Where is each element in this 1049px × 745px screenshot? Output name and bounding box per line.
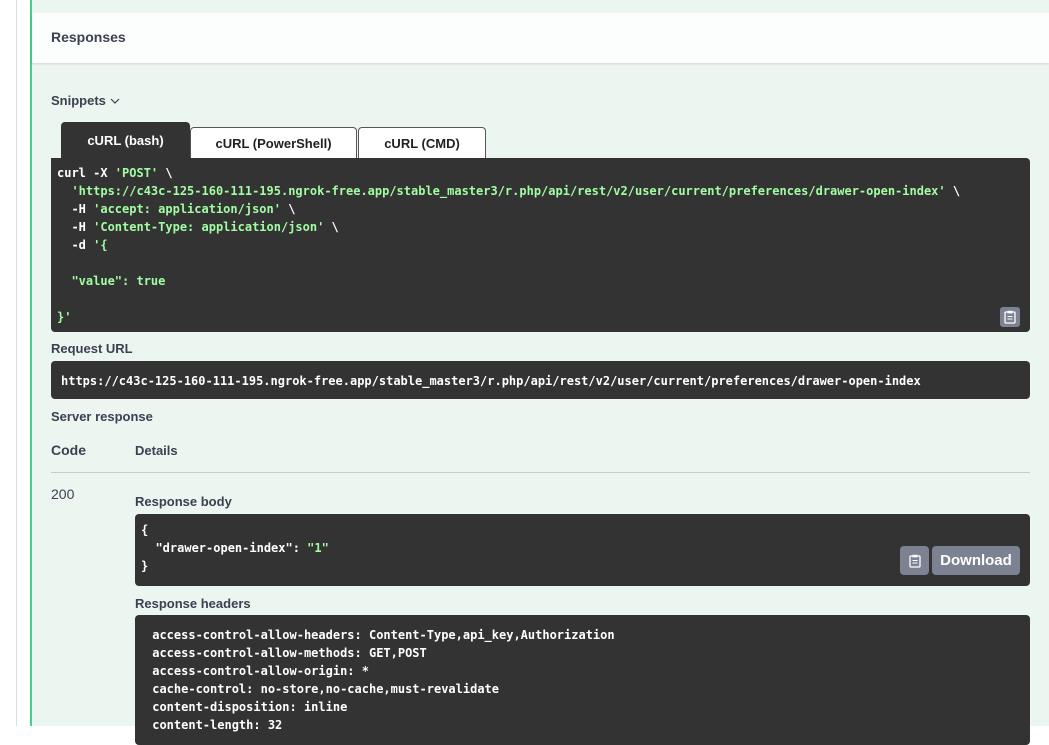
download-button[interactable]: Download (932, 546, 1020, 575)
copy-snippet-button[interactable] (1000, 307, 1020, 327)
left-border (16, 0, 17, 726)
details-column-header: Details (135, 443, 178, 458)
code-column-header: Code (51, 442, 86, 458)
table-divider (51, 472, 1030, 473)
response-body-label: Response body (135, 494, 232, 509)
tab-curl-bash[interactable]: cURL (bash) (61, 122, 190, 158)
header-line: access-control-allow-methods: GET,POST (145, 646, 427, 660)
copy-response-button[interactable] (900, 546, 929, 575)
chevron-down-icon (110, 98, 120, 104)
snippets-toggle[interactable]: Snippets (51, 93, 120, 108)
header-line: access-control-allow-origin: * (145, 664, 369, 678)
response-headers-label: Response headers (135, 596, 251, 611)
tab-curl-powershell[interactable]: cURL (PowerShell) (190, 127, 357, 158)
curl-snippet-block[interactable]: curl -X 'POST' \ 'https://c43c-125-160-1… (51, 158, 1030, 332)
clipboard-icon (1004, 310, 1016, 324)
response-status-code: 200 (51, 486, 75, 502)
response-body-code: { "drawer-open-index": "1" } (141, 523, 329, 573)
request-url-block[interactable]: https://c43c-125-160-111-195.ngrok-free.… (51, 361, 1030, 399)
tab-curl-cmd[interactable]: cURL (CMD) (358, 127, 486, 158)
responses-header: Responses (32, 13, 1049, 63)
response-body-block[interactable]: { "drawer-open-index": "1" } (135, 514, 1030, 586)
header-line: access-control-allow-headers: Content-Ty… (145, 628, 615, 642)
server-response-label: Server response (51, 409, 153, 424)
request-url-value: https://c43c-125-160-111-195.ngrok-free.… (61, 374, 921, 388)
header-line: content-length: 32 (145, 718, 283, 732)
clipboard-icon (908, 554, 921, 568)
header-line: cache-control: no-store,no-cache,must-re… (145, 682, 500, 696)
request-url-label: Request URL (51, 341, 133, 356)
snippets-label: Snippets (51, 93, 106, 108)
curl-snippet-code: curl -X 'POST' \ 'https://c43c-125-160-1… (57, 166, 961, 324)
header-line: content-disposition: inline (145, 700, 348, 714)
responses-title: Responses (51, 29, 126, 45)
response-headers-code: access-control-allow-headers: Content-Ty… (145, 626, 1030, 734)
